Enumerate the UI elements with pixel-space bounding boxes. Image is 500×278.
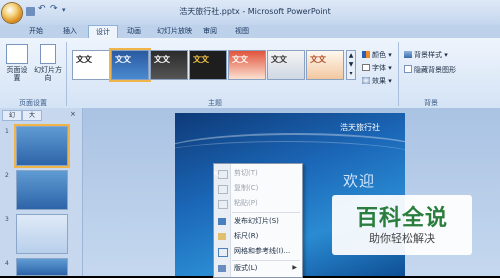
fonts-icon bbox=[362, 64, 370, 71]
slide-thumbnail[interactable] bbox=[16, 258, 68, 276]
tab-review[interactable]: 审阅 bbox=[196, 25, 224, 38]
effects-icon bbox=[362, 77, 370, 84]
fonts-label: 字体 bbox=[372, 64, 386, 72]
effects-label: 效果 bbox=[372, 77, 386, 85]
tab-design[interactable]: 设计 bbox=[88, 25, 118, 38]
menu-item-copy[interactable]: 复制(C) bbox=[214, 181, 302, 196]
save-icon[interactable] bbox=[26, 7, 35, 16]
page-setup-label: 页面设置 bbox=[6, 66, 28, 82]
context-menu: 剪切(T) 复制(C) 粘贴(P) 发布幻灯片(S) 标尺(R) 网格和参考线(… bbox=[213, 163, 303, 278]
slide-thumbnail[interactable] bbox=[16, 214, 68, 254]
colors-label: 颜色 bbox=[372, 51, 386, 59]
menu-item-paste[interactable]: 粘贴(P) bbox=[214, 196, 302, 211]
slide-number: 4 bbox=[5, 260, 9, 267]
colors-button[interactable]: 颜色 ▾ bbox=[362, 50, 392, 60]
fonts-button[interactable]: 字体 ▾ bbox=[362, 63, 392, 73]
baidu-watermark-title: 百科全说 bbox=[355, 206, 448, 231]
slide-welcome-text[interactable]: 欢迎 bbox=[343, 170, 375, 191]
effects-button[interactable]: 效果 ▾ bbox=[362, 76, 392, 86]
window-title: 浩天旅行社.pptx - Microsoft PowerPoint bbox=[179, 7, 331, 16]
hide-background-checkbox[interactable]: 隐藏背景图形 bbox=[404, 65, 456, 75]
ruler-icon bbox=[218, 233, 226, 240]
background-styles-icon bbox=[404, 51, 412, 58]
tab-animation[interactable]: 动画 bbox=[120, 25, 148, 38]
chevron-right-icon: ▶ bbox=[292, 264, 297, 271]
tab-home[interactable]: 开始 bbox=[22, 25, 50, 38]
page-setup-group-label: 页面设置 bbox=[19, 99, 47, 107]
copy-icon bbox=[218, 185, 228, 194]
baidu-watermark-subtitle: 助你轻松解决 bbox=[369, 232, 435, 245]
page-setup-button[interactable]: 页面设置 bbox=[4, 44, 30, 82]
slides-tab[interactable]: 幻 bbox=[2, 110, 22, 121]
theme-orange[interactable]: 文文 bbox=[306, 50, 344, 80]
theme-dark[interactable]: 文文 bbox=[150, 50, 188, 80]
office-button[interactable] bbox=[2, 3, 22, 23]
slide-orientation-label: 幻灯片方向 bbox=[34, 66, 62, 82]
theme-black[interactable]: 文文 bbox=[189, 50, 227, 80]
page-setup-icon bbox=[6, 44, 28, 64]
slide-thumbnail[interactable] bbox=[16, 170, 68, 210]
publish-icon bbox=[218, 218, 226, 225]
ribbon: 页面设置 幻灯片方向 页面设置 文文 文文 文文 文文 文文 文文 文文 ▲ ▼ ▾… bbox=[0, 38, 500, 109]
outline-tab[interactable]: 大 bbox=[22, 110, 42, 121]
menu-separator bbox=[232, 212, 300, 213]
slide-company-text[interactable]: 浩天旅行社 bbox=[340, 122, 380, 133]
slides-pane: 幻 大 × 1 2 3 4 bbox=[0, 108, 83, 276]
checkbox-icon bbox=[404, 65, 412, 73]
theme-office[interactable]: 文文 bbox=[72, 50, 110, 80]
chevron-down-icon[interactable]: ▾ bbox=[62, 6, 66, 14]
menu-item-ruler[interactable]: 标尺(R) bbox=[214, 229, 302, 244]
colors-icon bbox=[362, 51, 370, 58]
slide-number: 2 bbox=[5, 172, 9, 179]
slide-number: 3 bbox=[5, 216, 9, 223]
menu-item-grid[interactable]: 网格和参考线(I)... bbox=[214, 244, 302, 259]
ribbon-tabs: 开始 插入 设计 动画 幻灯片放映 审阅 视图 bbox=[0, 25, 500, 38]
menu-item-cut[interactable]: 剪切(T) bbox=[214, 166, 302, 181]
background-styles-button[interactable]: 背景样式 ▾ bbox=[404, 50, 448, 60]
background-styles-label: 背景样式 bbox=[414, 51, 442, 59]
undo-icon[interactable]: ↶ bbox=[38, 4, 46, 14]
theme-gray[interactable]: 文文 bbox=[267, 50, 305, 80]
tab-slideshow[interactable]: 幻灯片放映 bbox=[150, 25, 199, 38]
theme-scroll[interactable]: ▲ ▼ ▾ bbox=[346, 50, 356, 80]
close-icon[interactable]: × bbox=[70, 110, 76, 118]
orientation-icon bbox=[40, 44, 56, 64]
group-divider bbox=[398, 42, 399, 106]
group-divider bbox=[66, 42, 67, 106]
redo-icon[interactable]: ↷ bbox=[50, 4, 58, 14]
hide-background-label: 隐藏背景图形 bbox=[414, 66, 456, 74]
background-group-label: 背景 bbox=[424, 99, 438, 107]
themes-group-label: 主题 bbox=[208, 99, 222, 107]
paste-icon bbox=[218, 200, 228, 209]
slide-thumbnail[interactable] bbox=[16, 126, 68, 166]
tab-view[interactable]: 视图 bbox=[228, 25, 256, 38]
tab-insert[interactable]: 插入 bbox=[56, 25, 84, 38]
slide-orientation-button[interactable]: 幻灯片方向 bbox=[34, 44, 62, 82]
theme-blue[interactable]: 文文 bbox=[111, 50, 149, 80]
menu-item-layout[interactable]: 版式(L) ▶ bbox=[214, 261, 302, 275]
theme-red[interactable]: 文文 bbox=[228, 50, 266, 80]
grid-icon bbox=[218, 248, 228, 257]
slide-number: 1 bbox=[5, 128, 9, 135]
layout-icon bbox=[218, 265, 226, 272]
mouse-cursor-icon: ↖ bbox=[213, 170, 221, 180]
menu-item-publish[interactable]: 发布幻灯片(S) bbox=[214, 214, 302, 229]
